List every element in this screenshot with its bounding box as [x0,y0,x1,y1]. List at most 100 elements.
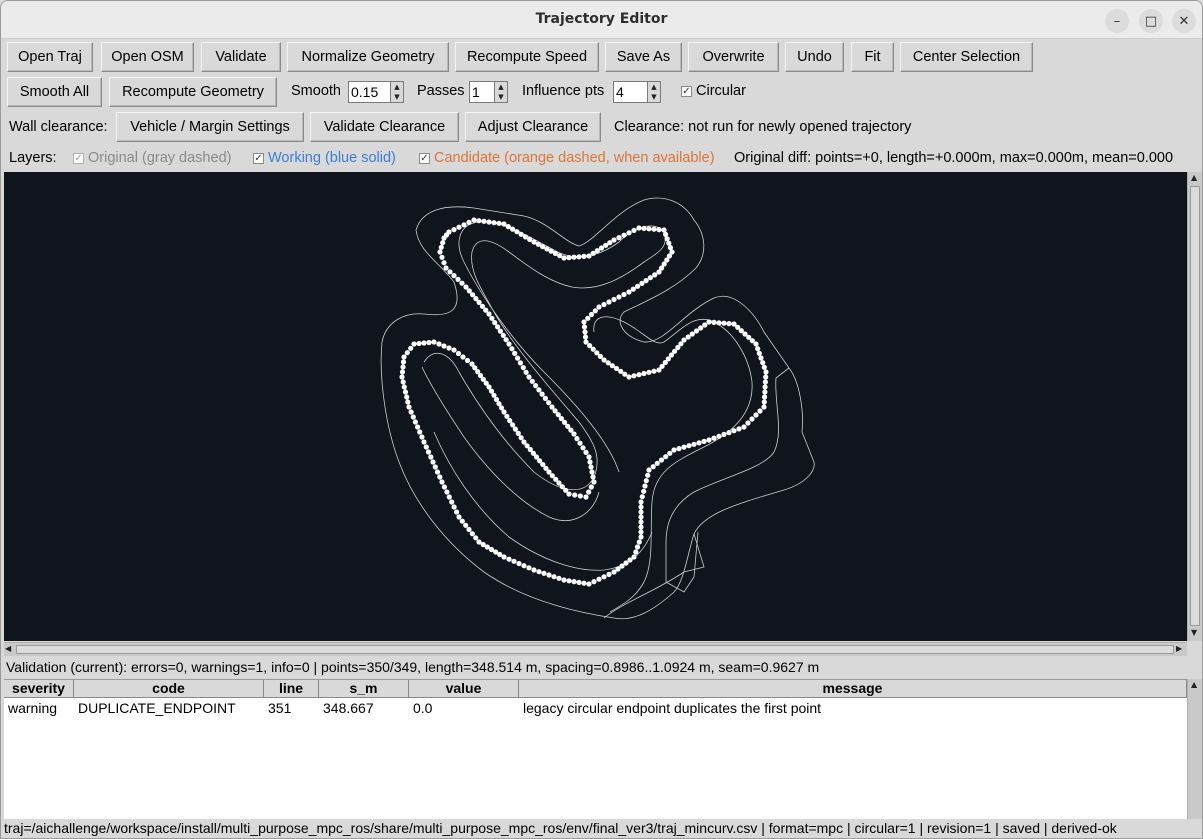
circular-checkbox[interactable]: ✓ [681,86,692,97]
trajectory-point[interactable] [410,414,416,420]
trajectory-point[interactable] [515,355,521,361]
trajectory-point[interactable] [419,434,425,440]
column-header-severity[interactable]: severity [4,680,74,698]
trajectory-point[interactable] [647,275,654,281]
trajectory-point[interactable] [581,319,587,325]
trajectory-point[interactable] [447,269,453,275]
trajectory-point[interactable] [561,577,567,583]
trajectory-point[interactable] [702,322,708,328]
trajectory-point[interactable] [601,301,607,308]
trajectory-point[interactable] [504,413,510,419]
trajectory-point[interactable] [426,339,432,346]
trajectory-point[interactable] [762,394,768,400]
trajectory-point[interactable] [706,319,712,325]
trajectory-point[interactable] [576,579,582,585]
trajectory-point[interactable] [753,341,759,347]
trajectory-point[interactable] [489,315,495,321]
trajectory-point[interactable] [726,430,732,436]
trajectory-point[interactable] [515,430,521,436]
open-osm-button[interactable]: Open OSM [101,42,194,72]
column-header-message[interactable]: message [519,680,1187,698]
trajectory-point[interactable] [536,569,542,575]
trajectory-point[interactable] [512,350,518,356]
trajectory-point[interactable] [492,320,498,326]
open-traj-button[interactable]: Open Traj [7,42,93,72]
trajectory-point[interactable] [577,440,583,446]
trajectory-point[interactable] [631,373,637,379]
trajectory-point[interactable] [681,444,687,450]
trajectory-point[interactable] [531,567,537,573]
trajectory-point[interactable] [401,354,407,360]
trajectory-point[interactable] [546,400,552,406]
trajectory-point[interactable] [449,499,455,505]
smooth-spinbox[interactable]: 0.15 [348,81,390,103]
trajectory-point[interactable] [736,426,742,432]
trajectory-point[interactable] [406,404,412,410]
trajectory-point[interactable] [689,331,695,337]
validate-clearance-button[interactable]: Validate Clearance [310,112,459,142]
trajectory-point[interactable] [636,225,642,231]
trajectory-point[interactable] [581,253,587,259]
vehicle-margin-settings-button[interactable]: Vehicle / Margin Settings [116,112,304,142]
trajectory-point[interactable] [566,255,572,261]
trajectory-point[interactable] [639,494,645,500]
trajectory-point[interactable] [731,428,737,434]
normalize-geometry-button[interactable]: Normalize Geometry [287,42,449,72]
trajectory-point[interactable] [507,418,513,424]
trajectory-point[interactable] [443,265,449,271]
candidate-layer-checkbox[interactable]: ✓ [419,153,430,164]
trajectory-point[interactable] [651,226,657,232]
trajectory-point[interactable] [428,454,434,460]
influence-pts-spinbox[interactable]: 4 [613,81,647,103]
recompute-speed-button[interactable]: Recompute Speed [455,42,599,72]
trajectory-point[interactable] [441,343,447,349]
trajectory-point[interactable] [511,558,517,564]
trajectory-point[interactable] [444,489,450,495]
trajectory-point[interactable] [626,374,632,380]
track-map[interactable] [4,172,1187,641]
trajectory-point[interactable] [415,424,421,430]
trajectory-point[interactable] [443,232,450,238]
passes-spin-arrows[interactable]: ▲ ▼ [494,81,508,103]
minimize-button[interactable]: – [1105,9,1129,33]
trajectory-point[interactable] [576,254,582,260]
trajectory-point[interactable] [639,280,645,286]
trajectory-point[interactable] [523,369,529,375]
trajectory-point[interactable] [630,286,636,292]
table-vertical-scrollbar[interactable]: ▲ [1187,679,1202,819]
trajectory-point[interactable] [693,328,700,334]
trajectory-point[interactable] [551,574,557,580]
trajectory-point[interactable] [716,433,722,439]
trajectory-point[interactable] [621,232,627,238]
trajectory-point[interactable] [711,319,717,325]
trajectory-point[interactable] [654,460,660,466]
smooth-all-button[interactable]: Smooth All [7,77,102,107]
trajectory-point[interactable] [711,435,717,441]
undo-button[interactable]: Undo [785,42,844,72]
trajectory-point[interactable] [638,524,644,530]
trajectory-point[interactable] [671,447,677,453]
trajectory-point[interactable] [451,347,457,353]
trajectory-point[interactable] [469,531,475,537]
trajectory-point[interactable] [741,424,747,430]
trajectory-points[interactable] [399,217,769,587]
trajectory-point[interactable] [439,479,445,485]
trajectory-point[interactable] [633,549,639,555]
trajectory-point[interactable] [762,384,768,390]
trajectory-point[interactable] [641,488,647,494]
trajectory-point[interactable] [542,395,549,401]
trajectory-point[interactable] [583,494,589,500]
trajectory-point[interactable] [399,369,406,375]
recompute-geometry-button[interactable]: Recompute Geometry [109,77,277,107]
trajectory-point[interactable] [451,227,457,233]
trajectory-point[interactable] [437,474,443,480]
trajectory-point[interactable] [461,222,467,228]
trajectory-point[interactable] [441,260,447,266]
canvas-horizontal-scrollbar[interactable]: ◀ ▶ [4,642,1187,656]
trajectory-point[interactable] [416,340,422,347]
trajectory-point[interactable] [721,320,727,326]
trajectory-point[interactable] [762,389,768,395]
close-button[interactable]: ✕ [1172,9,1196,33]
trajectory-point[interactable] [676,446,682,452]
trajectory-point[interactable] [451,273,457,279]
